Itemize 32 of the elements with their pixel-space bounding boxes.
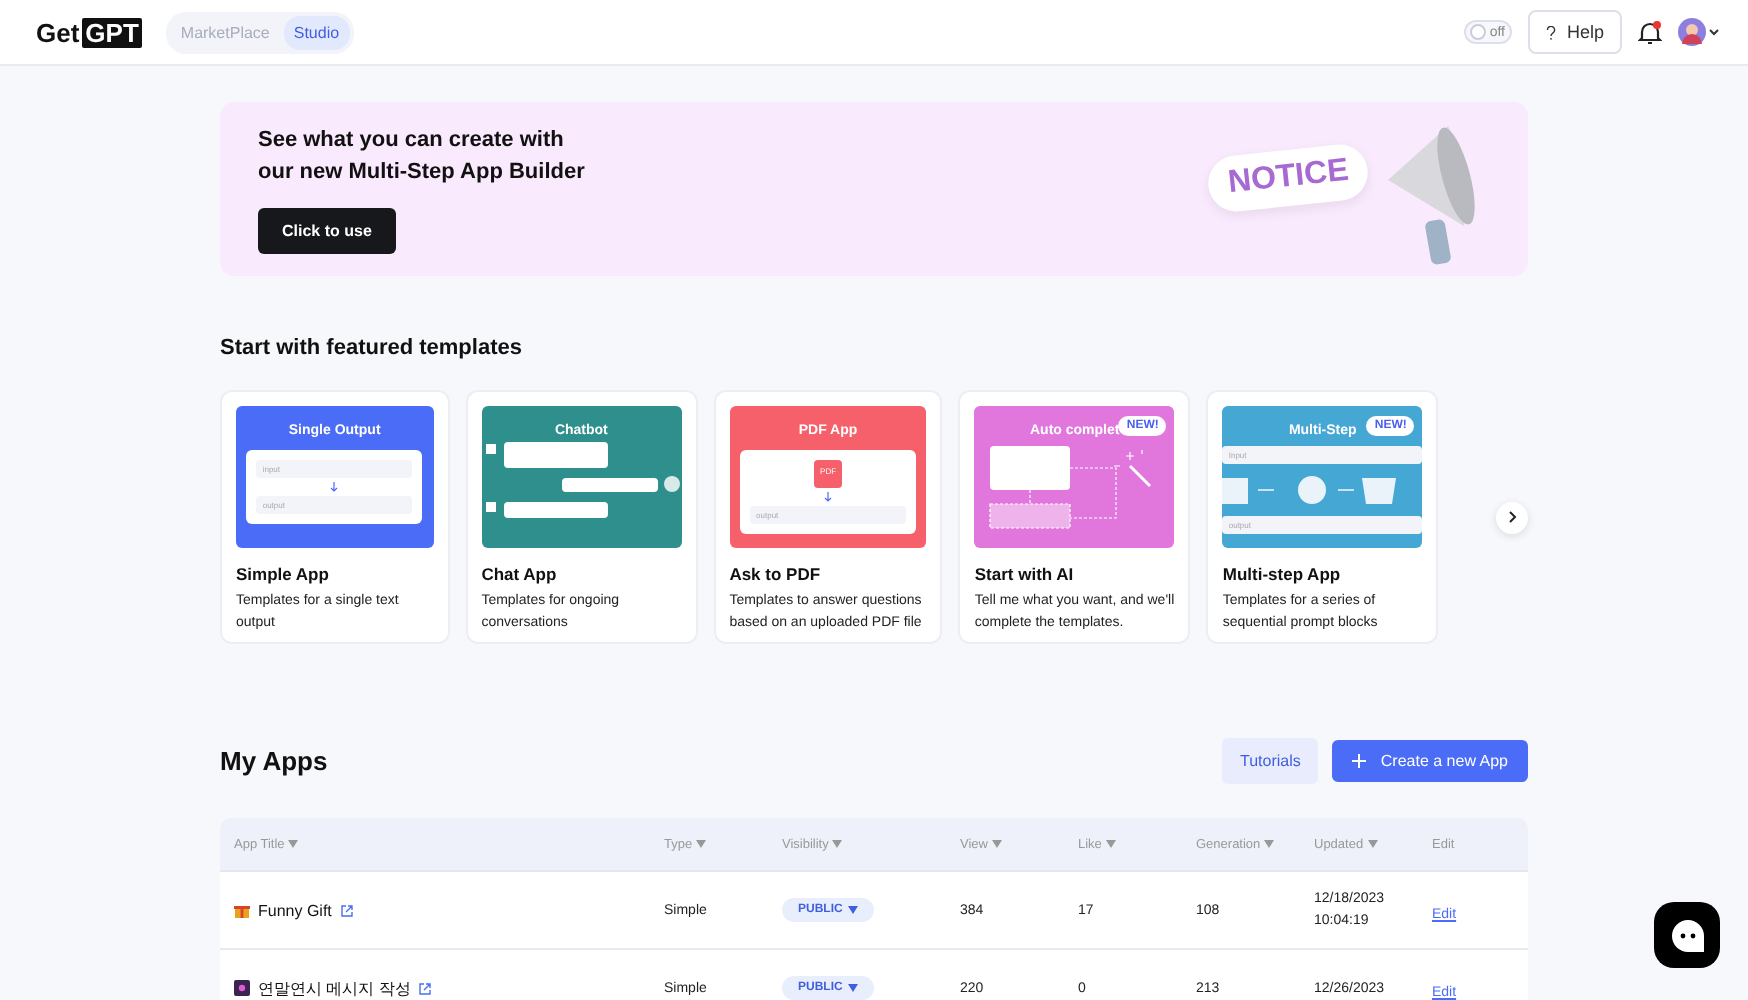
- card-title: Simple App: [236, 564, 331, 584]
- external-link-icon[interactable]: [339, 903, 354, 917]
- create-app-button[interactable]: Create a new App: [1332, 740, 1528, 782]
- card-title: Chat App: [481, 564, 559, 584]
- tutorials-button[interactable]: Tutorials: [1222, 738, 1319, 784]
- caret-icon: [848, 984, 859, 992]
- sparkle-square-icon: [234, 980, 250, 996]
- card-title: Start with AI: [974, 564, 1076, 584]
- section-heading: My Apps: [220, 746, 330, 776]
- chat-icon: [1669, 917, 1705, 953]
- bell-icon[interactable]: [1638, 19, 1662, 45]
- chat-button[interactable]: [1654, 902, 1720, 968]
- nav-tab[interactable]: Studio: [283, 15, 350, 49]
- app-title: 연말연시 메시지 작성: [258, 977, 411, 999]
- card-title: Ask to PDF: [729, 564, 823, 584]
- card-title: Multi-step App: [1222, 564, 1343, 584]
- app-title: Funny Gift: [258, 901, 332, 919]
- notice-tag: NOTICE: [1205, 140, 1372, 214]
- chevron-right-icon: [1507, 510, 1518, 524]
- arrow-down-icon: [330, 482, 339, 492]
- help-button[interactable]: Help: [1528, 10, 1622, 54]
- section-heading: Start with featured templates: [220, 336, 524, 360]
- next-button[interactable]: [1496, 501, 1529, 533]
- caret-icon: [848, 906, 859, 914]
- external-link-icon[interactable]: [418, 981, 433, 995]
- question-mark-icon: [1546, 25, 1557, 39]
- arrow-down-icon: [824, 492, 833, 502]
- avatar-icon[interactable]: [1678, 18, 1720, 46]
- banner-title: See what you can create with our new Multi-Step App Builder: [258, 126, 585, 188]
- plus-icon: [1352, 754, 1367, 768]
- click-to-use-button[interactable]: Click to use: [258, 208, 396, 254]
- gift-icon: [234, 902, 250, 918]
